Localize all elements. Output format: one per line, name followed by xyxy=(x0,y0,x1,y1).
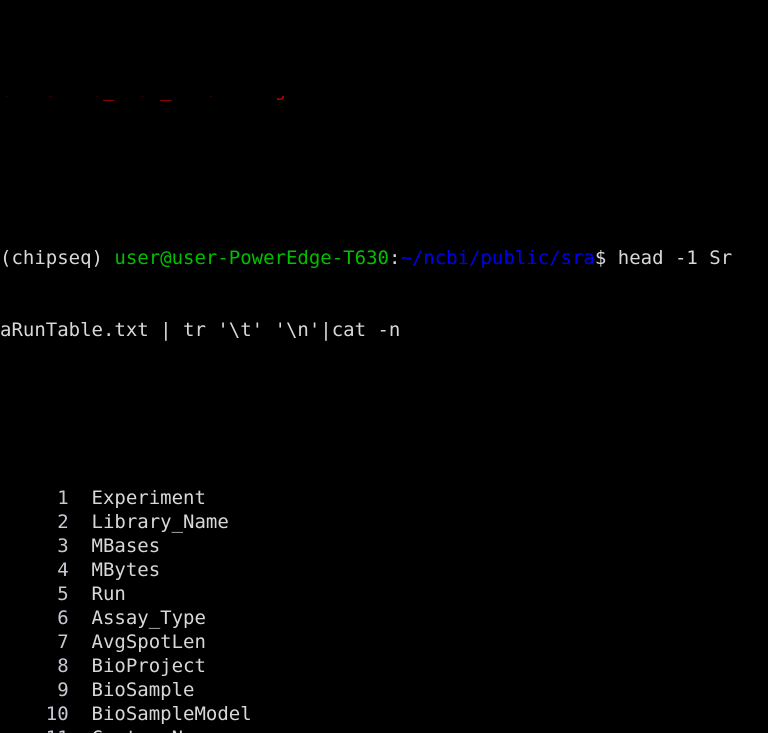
prompt-dollar-symbol: $ xyxy=(594,247,607,269)
output-row: 3 MBases xyxy=(0,534,768,558)
output-row-number: 6 xyxy=(0,607,69,629)
command-wrap-line: aRunTable.txt | tr '\t' '\n'|cat -n xyxy=(0,318,768,342)
output-row-number: 11 xyxy=(0,727,69,733)
output-row-number: 7 xyxy=(0,631,69,653)
prompt-command-block: (chipseq) user@user-PowerEdge-T630:~/ncb… xyxy=(0,198,768,390)
output-row-value: Experiment xyxy=(91,487,206,509)
output-row-number: 4 xyxy=(0,559,69,581)
output-row-value: MBytes xyxy=(91,559,161,581)
output-row-value: BioSample xyxy=(91,679,195,701)
output-row-separator xyxy=(69,487,92,509)
output-row-value: Center_Name xyxy=(92,727,218,733)
output-row: 9 BioSample xyxy=(0,678,768,702)
output-row-separator xyxy=(69,583,92,605)
output-row-separator xyxy=(69,679,92,701)
output-row-number: 2 xyxy=(0,511,69,533)
output-row-value: BioProject xyxy=(91,655,206,677)
output-row: 4 MBytes xyxy=(0,558,768,582)
output-row-number: 9 xyxy=(0,679,69,701)
prompt-path: ~/ncbi/public/sra xyxy=(400,247,595,269)
output-row-number: 3 xyxy=(0,535,69,557)
command-input-wrapped[interactable]: aRunTable.txt | tr '\t' '\n'|cat -n xyxy=(0,319,400,341)
output-row: 8 BioProject xyxy=(0,654,768,678)
command-output: 1 Experiment 2 Library_Name 3 MBases 4 M… xyxy=(0,486,768,733)
output-row-value: Library_Name xyxy=(91,511,229,533)
prompt-line: (chipseq) user@user-PowerEdge-T630:~/ncb… xyxy=(0,246,768,270)
output-row-separator xyxy=(69,535,92,557)
output-row-separator xyxy=(69,703,92,725)
output-row-separator xyxy=(69,727,92,733)
output-row-number: 1 xyxy=(0,487,69,509)
output-row-value: MBases xyxy=(91,535,161,557)
output-row: 7 AvgSpotLen xyxy=(0,630,768,654)
terminal-window[interactable]: chm13v2.0_rmsk_1.fa.txt.gz (chipseq) use… xyxy=(0,0,768,733)
prompt-colon: : xyxy=(388,247,401,269)
output-row-number: 8 xyxy=(0,655,69,677)
command-input[interactable]: head -1 Sr xyxy=(606,247,732,269)
output-row-separator xyxy=(69,559,92,581)
output-row: 2 Library_Name xyxy=(0,510,768,534)
output-row-value: Run xyxy=(91,583,126,605)
scrollback-line-text: chm13v2.0_rmsk_1.fa.txt.gz xyxy=(0,96,297,102)
output-row-value: Assay_Type xyxy=(91,607,206,629)
output-row-separator xyxy=(69,607,92,629)
scrollback-partial-line: chm13v2.0_rmsk_1.fa.txt.gz xyxy=(0,96,768,102)
output-row: 5 Run xyxy=(0,582,768,606)
output-row-value: BioSampleModel xyxy=(91,703,252,725)
output-row: 11 Center_Name xyxy=(0,726,768,733)
output-row-number: 5 xyxy=(0,583,69,605)
prompt-conda-env: (chipseq) xyxy=(0,247,103,269)
output-row-number: 10 xyxy=(0,703,69,725)
output-row: 10 BioSampleModel xyxy=(0,702,768,726)
output-row-value: AvgSpotLen xyxy=(91,631,206,653)
output-row-separator xyxy=(69,511,92,533)
output-row-separator xyxy=(69,655,92,677)
output-row: 1 Experiment xyxy=(0,486,768,510)
output-row: 6 Assay_Type xyxy=(0,606,768,630)
prompt-user-host: user@user-PowerEdge-T630 xyxy=(114,247,389,269)
output-row-separator xyxy=(69,631,92,653)
